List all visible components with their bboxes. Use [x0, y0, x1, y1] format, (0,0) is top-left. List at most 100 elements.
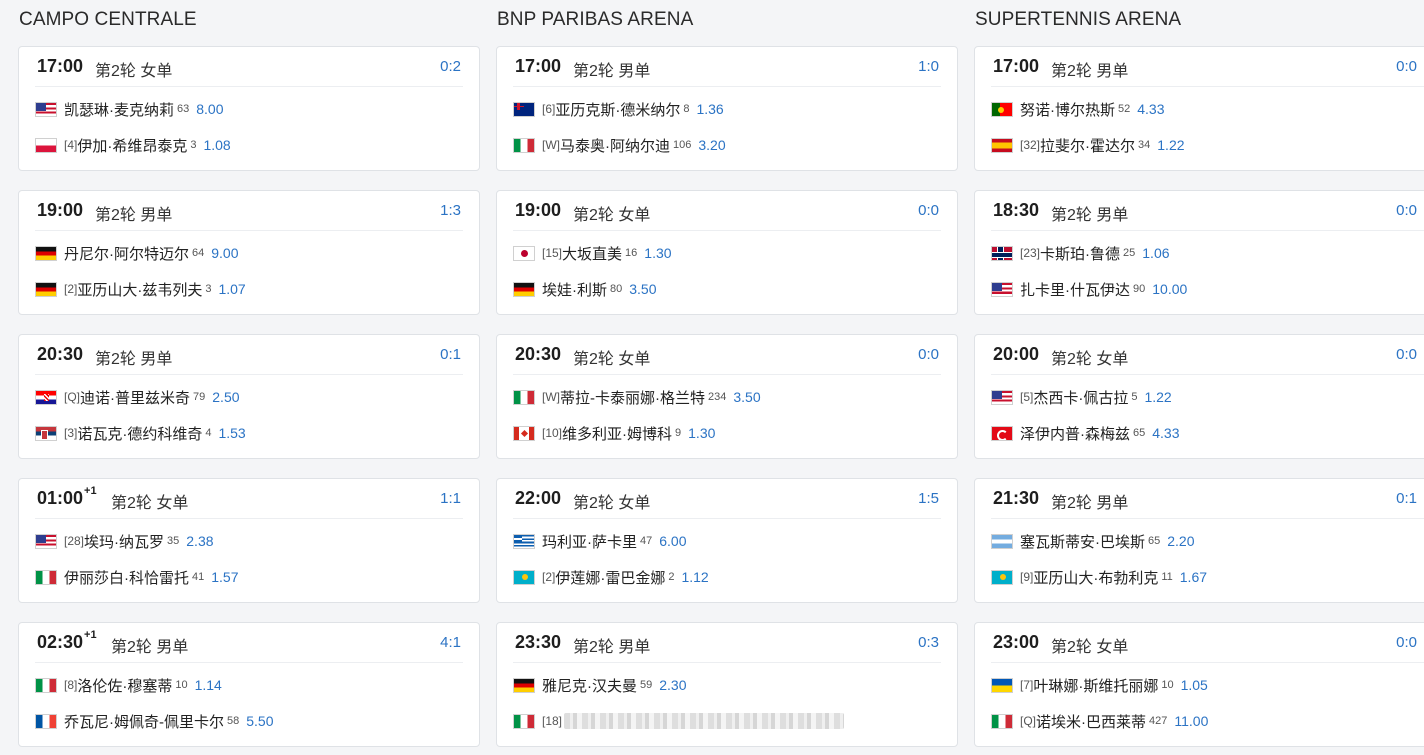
player-odds[interactable]: 6.00: [659, 533, 686, 549]
player-name[interactable]: 诺埃米·巴西莱蒂: [1036, 711, 1146, 732]
player-row[interactable]: [Q] 诺埃米·巴西莱蒂 427 11.00: [991, 711, 1208, 731]
match-score[interactable]: 0:0: [1396, 58, 1417, 75]
player-row[interactable]: [28] 埃玛·纳瓦罗 35 2.38: [35, 531, 214, 551]
match-score[interactable]: 4:1: [440, 634, 461, 651]
player-row[interactable]: [7] 叶琳娜·斯维托丽娜 10 1.05: [991, 675, 1208, 695]
player-name[interactable]: 大坂直美: [562, 243, 622, 264]
player-name[interactable]: 雅尼克·汉夫曼: [542, 675, 637, 696]
match-card[interactable]: 20:30 第2轮 女单 0:0 [W] 蒂拉-卡泰丽娜·格兰特 234 3.50 [10] 维…: [496, 334, 958, 459]
player-name[interactable]: 诺瓦克·德约科维奇: [77, 423, 202, 444]
player-row[interactable]: [32] 拉斐尔·霍达尔 34 1.22: [991, 135, 1185, 155]
player-name[interactable]: 马泰奥·阿纳尔迪: [560, 135, 670, 156]
player-odds[interactable]: 1.12: [681, 569, 708, 585]
player-row[interactable]: [Q] 迪诺·普里兹米奇 79 2.50: [35, 387, 240, 407]
match-card[interactable]: 22:00 第2轮 女单 1:5 玛利亚·萨卡里 47 6.00 [2] 伊莲娜·雷巴金娜 2 1…: [496, 478, 958, 603]
player-odds[interactable]: 3.50: [733, 389, 760, 405]
match-card[interactable]: 17:00 第2轮 女单 0:2 凯瑟琳·麦克纳莉 63 8.00 [4] 伊加·希维昂泰克 3…: [18, 46, 480, 171]
player-odds[interactable]: 1.36: [696, 101, 723, 117]
player-row[interactable]: [23] 卡斯珀·鲁德 25 1.06: [991, 243, 1170, 263]
player-name[interactable]: 塞瓦斯蒂安·巴埃斯: [1020, 531, 1145, 552]
match-score[interactable]: 0:0: [1396, 634, 1417, 651]
match-card[interactable]: 18:30 第2轮 男单 0:0 [23] 卡斯珀·鲁德 25 1.06 扎卡里·什瓦伊达 90…: [974, 190, 1424, 315]
player-row[interactable]: [3] 诺瓦克·德约科维奇 4 1.53: [35, 423, 246, 443]
player-row[interactable]: 泽伊内普·森梅兹 65 4.33: [991, 423, 1180, 443]
player-odds[interactable]: 4.33: [1152, 425, 1179, 441]
match-card[interactable]: 20:30 第2轮 男单 0:1 [Q] 迪诺·普里兹米奇 79 2.50 [3] 诺瓦克·德约…: [18, 334, 480, 459]
player-odds[interactable]: 10.00: [1152, 281, 1187, 297]
player-odds[interactable]: 11.00: [1174, 713, 1208, 729]
match-card[interactable]: 17:00 第2轮 男单 0:0 努诺·博尔热斯 52 4.33 [32] 拉斐尔·霍达尔 34…: [974, 46, 1424, 171]
match-card[interactable]: 20:00 第2轮 女单 0:0 [5] 杰西卡·佩古拉 5 1.22 泽伊内普·森梅兹 65 4…: [974, 334, 1424, 459]
player-name[interactable]: 拉斐尔·霍达尔: [1040, 135, 1135, 156]
player-row[interactable]: [10] 维多利亚·姆博科 9 1.30: [513, 423, 715, 443]
player-name[interactable]: 玛利亚·萨卡里: [542, 531, 637, 552]
match-score[interactable]: 0:0: [918, 346, 939, 363]
player-row[interactable]: 玛利亚·萨卡里 47 6.00: [513, 531, 687, 551]
player-name[interactable]: 蒂拉-卡泰丽娜·格兰特: [560, 387, 705, 408]
player-name[interactable]: 泽伊内普·森梅兹: [1020, 423, 1130, 444]
match-card[interactable]: 19:00 第2轮 女单 0:0 [15] 大坂直美 16 1.30 埃娃·利斯 80 3.50: [496, 190, 958, 315]
match-card[interactable]: 02:30+1 第2轮 男单 4:1 [8] 洛伦佐·穆塞蒂 10 1.14 乔瓦尼·姆佩奇-…: [18, 622, 480, 747]
match-score[interactable]: 1:3: [440, 202, 461, 219]
player-odds[interactable]: 1.67: [1180, 569, 1207, 585]
match-score[interactable]: 0:1: [1396, 490, 1417, 507]
player-odds[interactable]: 4.33: [1137, 101, 1164, 117]
match-card[interactable]: 01:00+1 第2轮 女单 1:1 [28] 埃玛·纳瓦罗 35 2.38 伊丽莎白·科恰雷…: [18, 478, 480, 603]
player-odds[interactable]: 1.06: [1142, 245, 1169, 261]
match-score[interactable]: 1:1: [440, 490, 461, 507]
match-score[interactable]: 0:1: [440, 346, 461, 363]
player-odds[interactable]: 3.20: [698, 137, 725, 153]
player-name[interactable]: 努诺·博尔热斯: [1020, 99, 1115, 120]
player-row[interactable]: [8] 洛伦佐·穆塞蒂 10 1.14: [35, 675, 222, 695]
player-odds[interactable]: 5.50: [246, 713, 273, 729]
player-odds[interactable]: 1.22: [1157, 137, 1184, 153]
player-odds[interactable]: 1.57: [211, 569, 238, 585]
match-card[interactable]: 17:00 第2轮 男单 1:0 [6] 亚历克斯·德米纳尔 8 1.36 [W] 马泰奥·阿纳…: [496, 46, 958, 171]
player-name[interactable]: 埃娃·利斯: [542, 279, 607, 300]
player-name[interactable]: 伊丽莎白·科恰雷托: [64, 567, 189, 588]
player-odds[interactable]: 1.30: [688, 425, 715, 441]
player-name[interactable]: 伊加·希维昂泰克: [77, 135, 187, 156]
player-name[interactable]: 伊莲娜·雷巴金娜: [555, 567, 665, 588]
player-row[interactable]: 乔瓦尼·姆佩奇-佩里卡尔 58 5.50: [35, 711, 274, 731]
match-score[interactable]: 0:3: [918, 634, 939, 651]
match-card[interactable]: 19:00 第2轮 男单 1:3 丹尼尔·阿尔特迈尔 64 9.00 [2] 亚历山大·兹韦列…: [18, 190, 480, 315]
player-name[interactable]: 洛伦佐·穆塞蒂: [77, 675, 172, 696]
player-name[interactable]: 亚历山大·布勃利克: [1033, 567, 1158, 588]
player-row[interactable]: 伊丽莎白·科恰雷托 41 1.57: [35, 567, 239, 587]
player-name[interactable]: 埃玛·纳瓦罗: [84, 531, 164, 552]
match-score[interactable]: 1:0: [918, 58, 939, 75]
player-name[interactable]: 丹尼尔·阿尔特迈尔: [64, 243, 189, 264]
player-row[interactable]: 凯瑟琳·麦克纳莉 63 8.00: [35, 99, 224, 119]
player-name[interactable]: 迪诺·普里兹米奇: [80, 387, 190, 408]
player-name[interactable]: 亚历克斯·德米纳尔: [555, 99, 680, 120]
player-row[interactable]: [6] 亚历克斯·德米纳尔 8 1.36: [513, 99, 724, 119]
player-odds[interactable]: 1.05: [1181, 677, 1208, 693]
player-odds[interactable]: 2.20: [1167, 533, 1194, 549]
player-row[interactable]: 塞瓦斯蒂安·巴埃斯 65 2.20: [991, 531, 1195, 551]
match-card[interactable]: 23:30 第2轮 男单 0:3 雅尼克·汉夫曼 59 2.30 [18]: [496, 622, 958, 747]
player-odds[interactable]: 8.00: [196, 101, 223, 117]
player-odds[interactable]: 2.38: [186, 533, 213, 549]
match-score[interactable]: 0:0: [1396, 202, 1417, 219]
match-score[interactable]: 1:5: [918, 490, 939, 507]
player-odds[interactable]: 1.30: [644, 245, 671, 261]
player-name[interactable]: 维多利亚·姆博科: [562, 423, 672, 444]
player-row[interactable]: 雅尼克·汉夫曼 59 2.30: [513, 675, 687, 695]
player-row[interactable]: 丹尼尔·阿尔特迈尔 64 9.00: [35, 243, 239, 263]
player-row[interactable]: [15] 大坂直美 16 1.30: [513, 243, 672, 263]
player-name[interactable]: 杰西卡·佩古拉: [1033, 387, 1128, 408]
player-name[interactable]: 亚历山大·兹韦列夫: [77, 279, 202, 300]
player-row[interactable]: [4] 伊加·希维昂泰克 3 1.08: [35, 135, 231, 155]
player-row[interactable]: 埃娃·利斯 80 3.50: [513, 279, 657, 299]
player-odds[interactable]: 1.07: [218, 281, 245, 297]
player-odds[interactable]: 2.30: [659, 677, 686, 693]
player-row[interactable]: [W] 蒂拉-卡泰丽娜·格兰特 234 3.50: [513, 387, 761, 407]
player-odds[interactable]: 1.53: [218, 425, 245, 441]
player-name[interactable]: 扎卡里·什瓦伊达: [1020, 279, 1130, 300]
match-score[interactable]: 0:0: [1396, 346, 1417, 363]
match-card[interactable]: 23:00 第2轮 女单 0:0 [7] 叶琳娜·斯维托丽娜 10 1.05 [Q] 诺埃米·巴…: [974, 622, 1424, 747]
player-name[interactable]: 卡斯珀·鲁德: [1040, 243, 1120, 264]
player-row[interactable]: 扎卡里·什瓦伊达 90 10.00: [991, 279, 1187, 299]
match-score[interactable]: 0:0: [918, 202, 939, 219]
